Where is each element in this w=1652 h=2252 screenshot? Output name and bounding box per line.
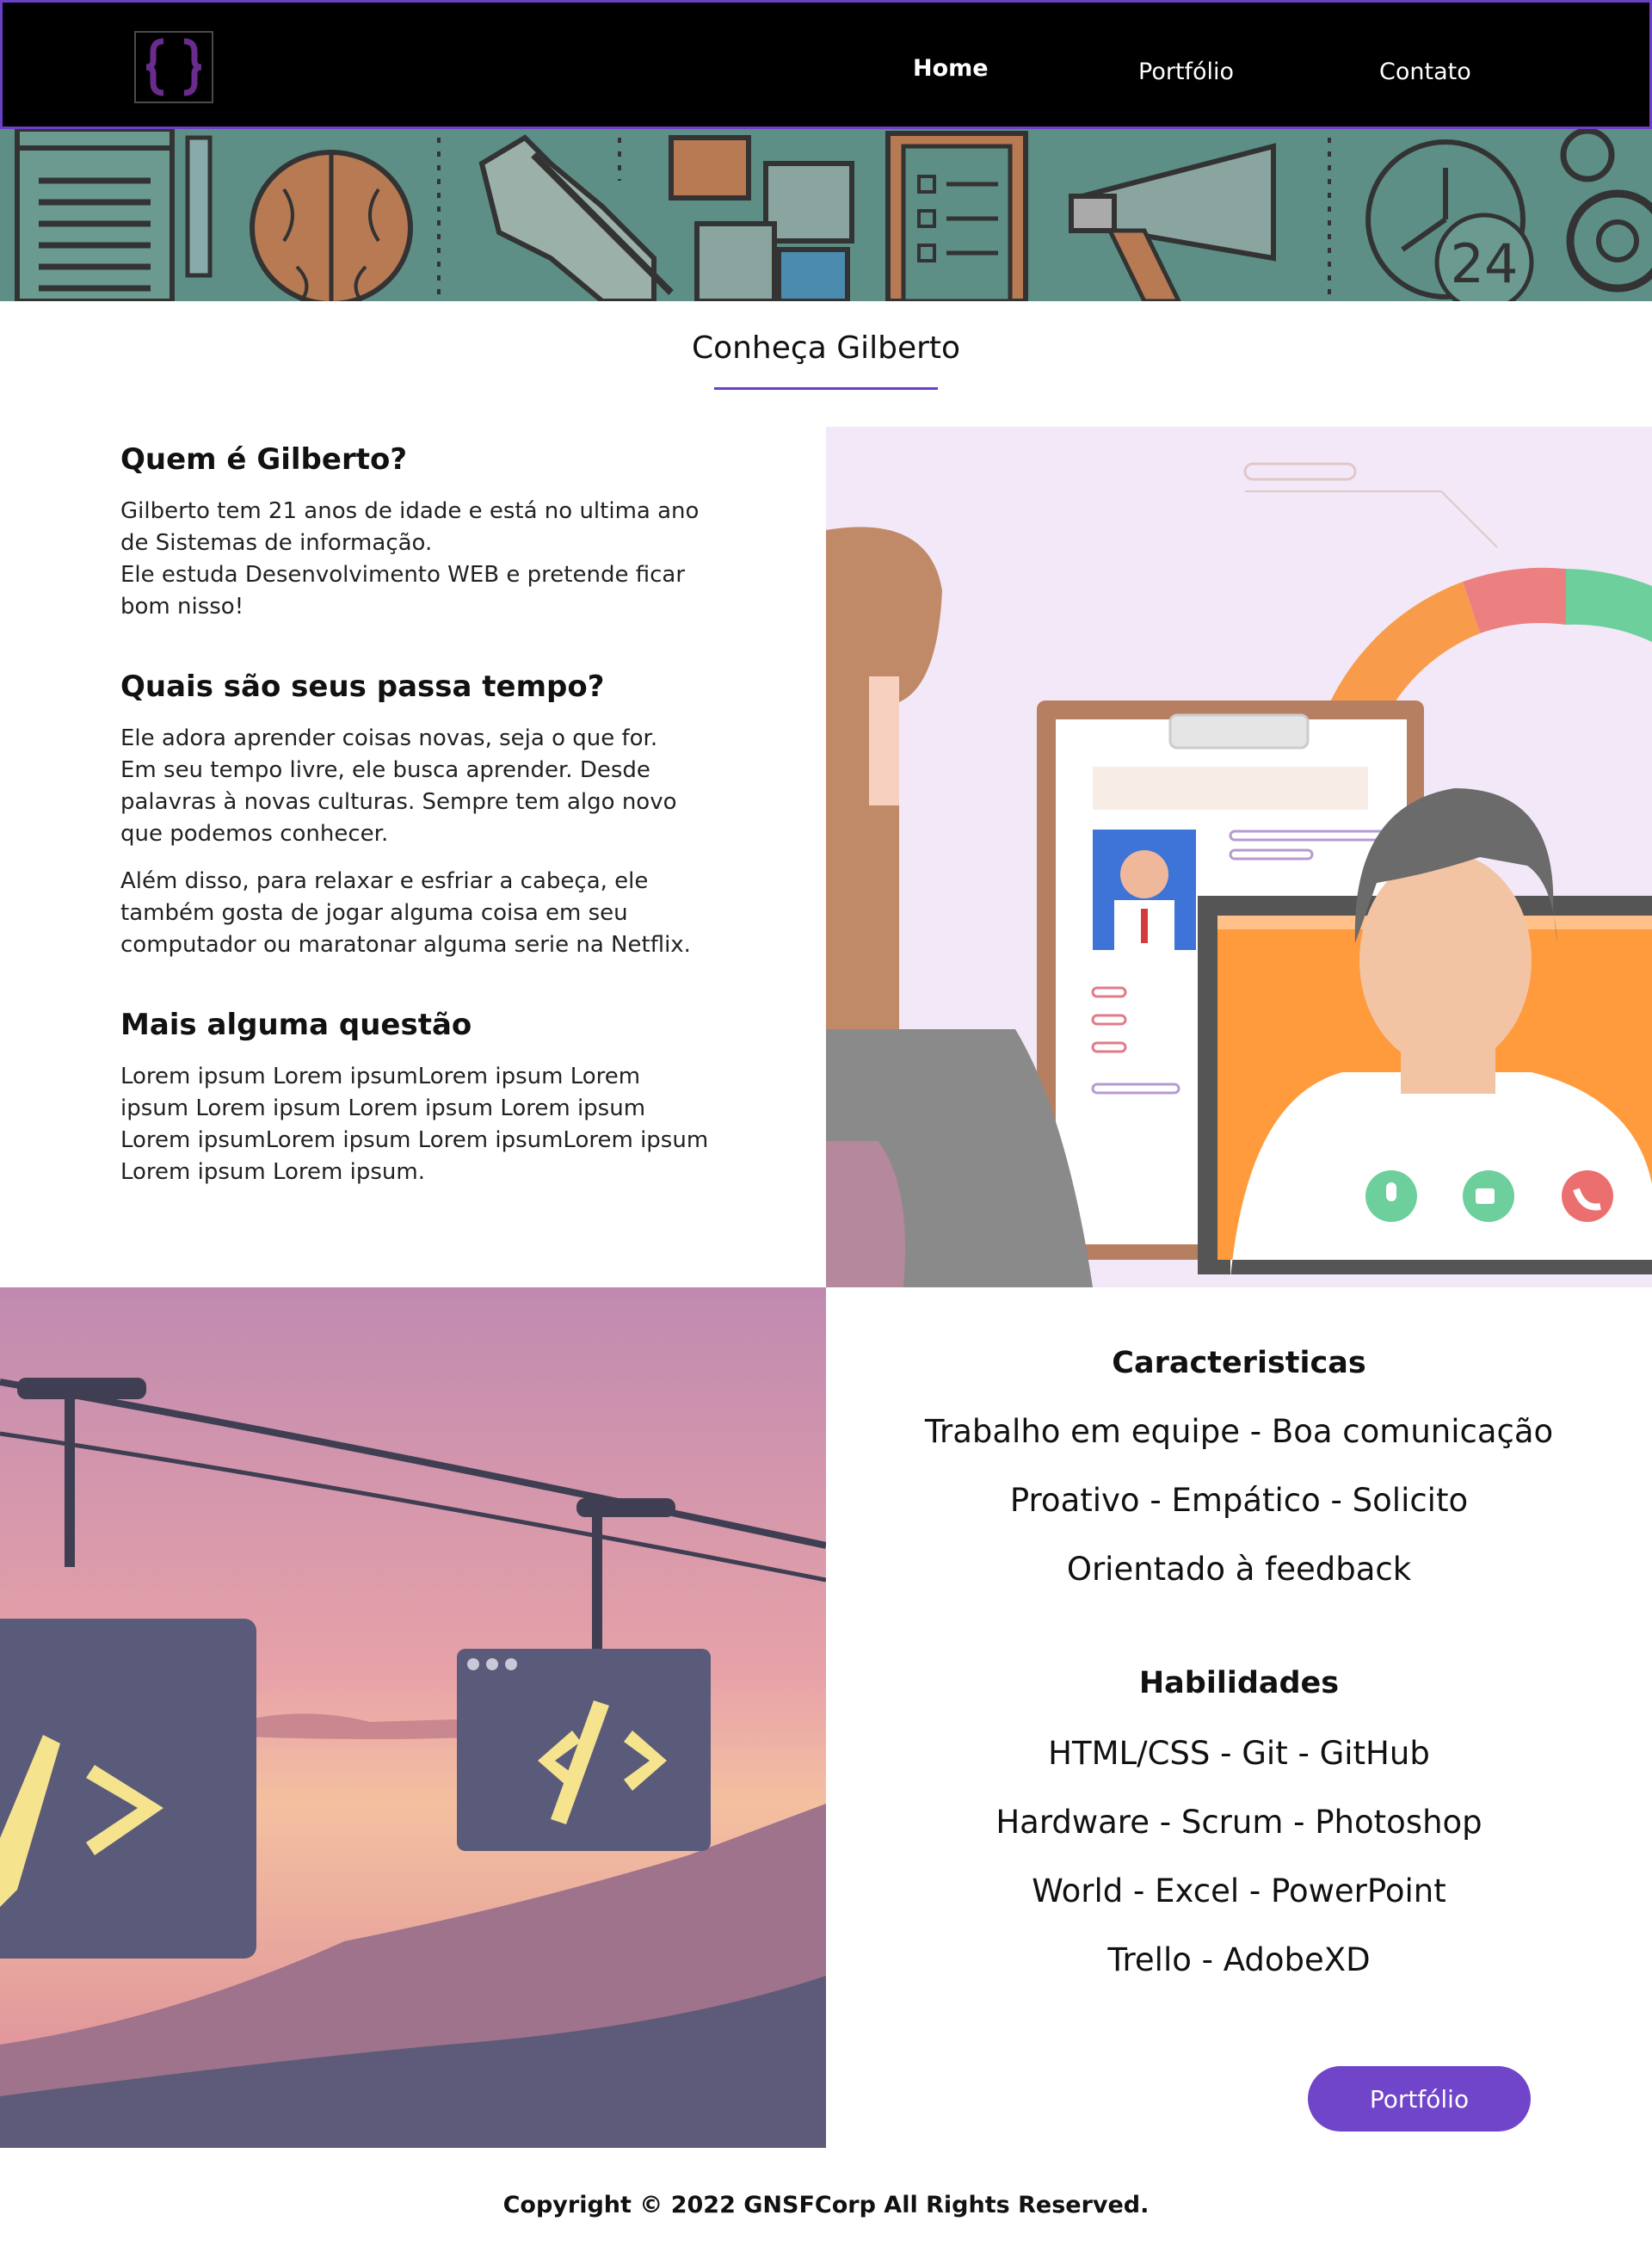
brain-icon [250,150,413,301]
skills-title: Habilidades [1138,1666,1340,1700]
section-title: Conheça Gilberto [691,330,961,366]
nav-contact-link[interactable]: Contato [1379,59,1471,85]
characteristic-line: Proativo - Empático - Solicito [1009,1482,1469,1519]
about-heading-who: Quem é Gilberto? [120,442,408,477]
skill-line: Hardware - Scrum - Photoshop [996,1804,1482,1841]
skill-line: Trello - AdobeXD [1107,1941,1371,1978]
footer-copyright: Copyright © 2022 GNSFCorp All Rights Res… [502,2192,1150,2218]
logo-graphic [145,38,202,96]
title-underline [714,387,938,390]
svg-text:24: 24 [1451,232,1519,295]
about-heading-more: Mais alguma questão [120,1008,472,1042]
characteristic-line: Orientado à feedback [1066,1551,1412,1588]
clipboard-icon [885,131,1028,301]
characteristics-skills-section: Caracteristicas Trabalho em equipe - Boa… [826,1287,1652,2148]
about-paragraph: Ele adora aprender coisas novas, seja o … [120,725,658,751]
skill-line: HTML/CSS - Git - GitHub [1048,1735,1430,1772]
navbar: Home Portfólio Contato [0,0,1652,129]
skill-line: World - Excel - PowerPoint [1032,1873,1446,1910]
cable-car-code-illustration [0,1287,826,2148]
about-paragraph: Lorem ipsum Lorem ipsumLorem ipsum Lorem… [120,1064,709,1185]
characteristics-title: Caracteristicas [1112,1346,1366,1380]
cable-car-graphic [0,1287,826,2148]
banner-icons-illustration: 24 [0,129,1652,301]
about-paragraph: Ele estuda Desenvolvimento WEB e pretend… [120,562,686,620]
video-interview-illustration [826,427,1652,1287]
about-paragraph: Gilberto tem 21 anos de idade e está no … [120,498,700,556]
about-section: Quem é Gilberto? Gilberto tem 21 anos de… [120,442,714,1235]
about-paragraph: Em seu tempo livre, ele busca aprender. … [120,757,677,847]
hero-banner: 24 [0,129,1652,301]
characteristic-line: Trabalho em equipe - Boa comunicação [924,1413,1554,1450]
nav-portfolio-link[interactable]: Portfólio [1138,59,1234,85]
nav-home-link[interactable]: Home [913,55,989,82]
curly-braces-logo-icon[interactable] [134,31,213,103]
video-interview-graphic [826,427,1652,1287]
portfolio-button[interactable]: Portfólio [1308,2066,1531,2132]
about-paragraph: Além disso, para relaxar e esfriar a cab… [120,868,691,958]
about-heading-hobbies: Quais são seus passa tempo? [120,669,605,704]
